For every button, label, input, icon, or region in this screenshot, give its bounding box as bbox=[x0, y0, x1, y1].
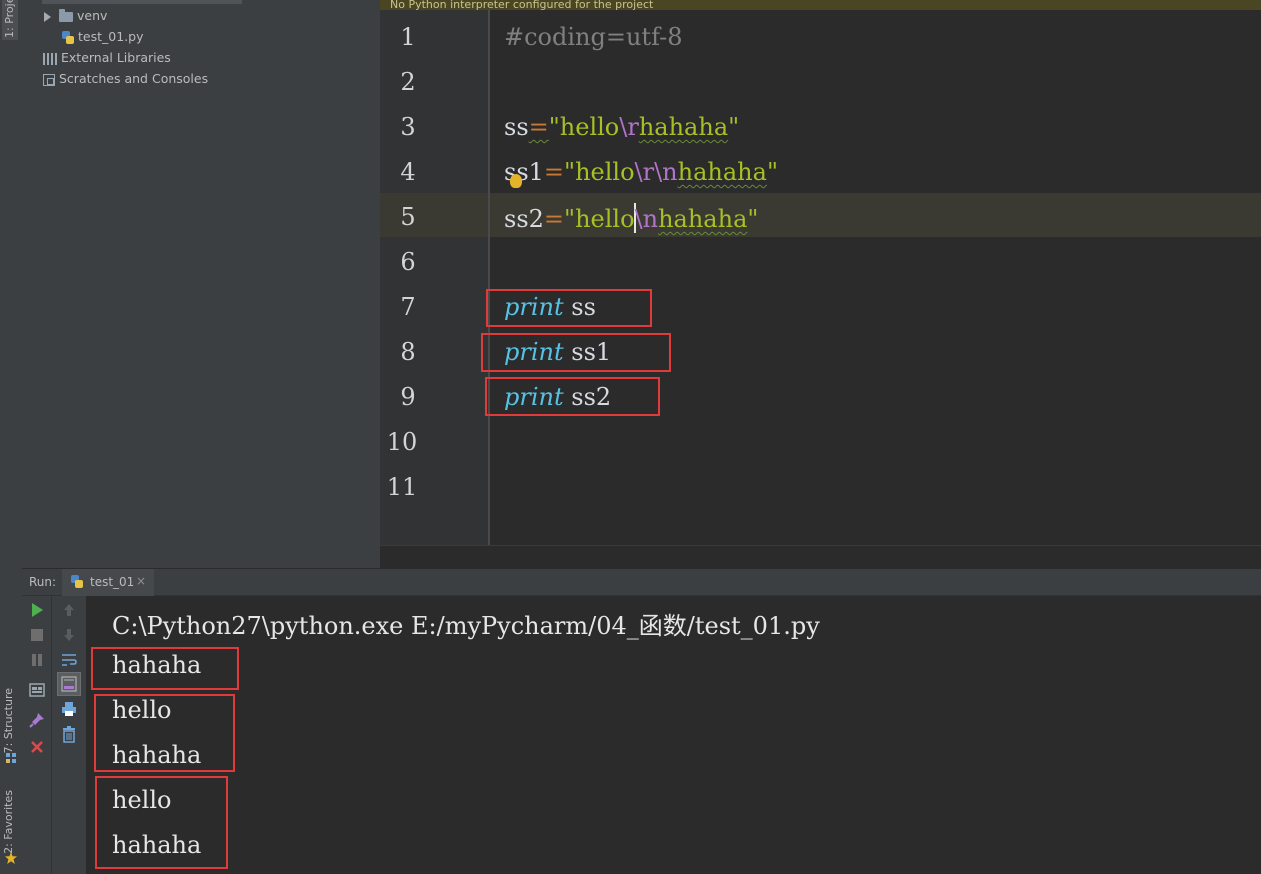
code-line-1: #coding=utf-8 bbox=[504, 23, 683, 51]
run-panel-header: Run: test_01 × bbox=[22, 568, 1261, 596]
print-icon[interactable] bbox=[60, 700, 78, 718]
token-var: ss bbox=[504, 113, 529, 141]
structure-tool-tab[interactable]: 7: Structure bbox=[2, 688, 15, 753]
close-run-icon[interactable] bbox=[28, 738, 46, 756]
tree-item-external-libraries[interactable]: External Libraries bbox=[43, 48, 171, 68]
soft-wrap-icon[interactable] bbox=[60, 651, 78, 669]
console-output-line: hahaha bbox=[112, 651, 202, 679]
token-op: = bbox=[543, 158, 565, 186]
token-str: hahaha bbox=[658, 205, 748, 233]
console-output-line: hahaha bbox=[112, 741, 202, 769]
run-console[interactable]: C:\Python27\python.exe E:/myPycharm/04_函… bbox=[87, 596, 1261, 874]
tree-item-label: Scratches and Consoles bbox=[59, 71, 209, 86]
structure-icon bbox=[6, 753, 16, 763]
editor-bottom-area bbox=[380, 545, 1261, 569]
code-line-7: print ss bbox=[504, 293, 596, 321]
token-escape: \r bbox=[619, 113, 639, 141]
token-quote: " bbox=[564, 158, 576, 186]
expand-arrow-icon[interactable] bbox=[44, 11, 51, 22]
left-tool-strip: 1: Project 7: Structure 2: Favorites bbox=[0, 0, 23, 874]
token-escape: \n bbox=[634, 205, 659, 233]
token-escape: \r\n bbox=[634, 158, 678, 186]
code-line-8: print ss1 bbox=[504, 338, 611, 366]
gutter-separator bbox=[488, 10, 490, 545]
tree-item-label: venv bbox=[77, 8, 108, 23]
console-output-line: hello bbox=[112, 786, 172, 814]
python-file-icon bbox=[71, 575, 83, 588]
token-quote: " bbox=[747, 205, 759, 233]
token-str: hello bbox=[575, 205, 635, 233]
token-arg: ss2 bbox=[563, 383, 612, 411]
line-number: 11 bbox=[386, 473, 418, 501]
console-output-line: hahaha bbox=[112, 831, 202, 859]
token-quote: " bbox=[548, 113, 560, 141]
scroll-to-end-toggle[interactable] bbox=[57, 672, 81, 696]
code-editor[interactable]: No Python interpreter configured for the… bbox=[380, 0, 1261, 569]
token-quote: " bbox=[564, 205, 576, 233]
restore-layout-icon[interactable] bbox=[28, 681, 46, 699]
token-op: = bbox=[528, 113, 549, 141]
toolbar-separator bbox=[51, 596, 52, 874]
arrow-up-icon[interactable] bbox=[60, 601, 78, 619]
code-line-9: print ss2 bbox=[504, 383, 611, 411]
tree-item-test-file[interactable]: test_01.py bbox=[62, 27, 143, 47]
project-panel: venv test_01.py External Libraries Scrat… bbox=[22, 0, 380, 568]
scroll-to-end-icon bbox=[61, 676, 77, 692]
tree-item-label: External Libraries bbox=[61, 50, 171, 65]
run-toolbar bbox=[22, 596, 86, 874]
code-line-5: ss2="hello\nhahaha" bbox=[504, 203, 758, 233]
tree-item-label: test_01.py bbox=[78, 29, 144, 44]
console-output-line: hello bbox=[112, 696, 172, 724]
trash-icon[interactable] bbox=[60, 725, 78, 743]
line-number: 1 bbox=[400, 23, 416, 51]
token-arg: ss1 bbox=[563, 338, 612, 366]
token-str: hahaha bbox=[638, 113, 729, 141]
libraries-icon bbox=[43, 52, 57, 65]
tree-item-venv[interactable]: venv bbox=[44, 6, 107, 26]
token-var: ss2 bbox=[504, 205, 544, 233]
project-root-row-clipped bbox=[42, 0, 242, 4]
token-op: = bbox=[543, 205, 565, 233]
token-keyword: print bbox=[504, 383, 564, 411]
token-str: hello bbox=[575, 158, 635, 186]
arrow-down-icon[interactable] bbox=[60, 626, 78, 644]
lightbulb-icon[interactable] bbox=[510, 174, 522, 188]
code-line-4: ss1="hello\r\nhahaha" bbox=[504, 158, 778, 186]
run-label: Run: bbox=[29, 575, 57, 589]
run-tab-label: test_01 bbox=[90, 575, 135, 589]
token-quote: " bbox=[766, 158, 778, 186]
rerun-icon[interactable] bbox=[28, 601, 46, 619]
line-number: 3 bbox=[400, 113, 416, 141]
line-number: 2 bbox=[400, 68, 416, 96]
favorites-tool-tab[interactable]: 2: Favorites bbox=[2, 790, 15, 854]
pin-icon[interactable] bbox=[28, 711, 46, 729]
run-tab-test-01[interactable]: test_01 × bbox=[62, 569, 154, 596]
token-arg: ss bbox=[563, 293, 596, 321]
scratches-icon bbox=[43, 73, 55, 86]
interpreter-warning-banner[interactable]: No Python interpreter configured for the… bbox=[380, 0, 1261, 10]
project-tool-tab[interactable]: 1: Project bbox=[2, 0, 18, 40]
code-line-3: ss="hello\rhahaha" bbox=[504, 113, 739, 141]
token-str: hello bbox=[559, 113, 620, 141]
line-number: 8 bbox=[400, 338, 416, 366]
token-keyword: print bbox=[504, 338, 564, 366]
python-file-icon bbox=[62, 31, 74, 44]
folder-icon bbox=[59, 8, 73, 22]
line-number: 6 bbox=[400, 248, 416, 276]
line-number: 10 bbox=[386, 428, 418, 456]
line-number: 7 bbox=[400, 293, 416, 321]
console-command-line: C:\Python27\python.exe E:/myPycharm/04_函… bbox=[112, 612, 820, 640]
token-keyword: print bbox=[504, 293, 564, 321]
pause-icon[interactable] bbox=[28, 651, 46, 669]
line-number: 9 bbox=[400, 383, 416, 411]
token-str: hahaha bbox=[677, 158, 767, 186]
token-quote: " bbox=[728, 113, 740, 141]
line-number: 5 bbox=[400, 203, 416, 231]
tree-item-scratches[interactable]: Scratches and Consoles bbox=[43, 69, 208, 89]
stop-icon[interactable] bbox=[28, 626, 46, 644]
line-number: 4 bbox=[400, 158, 416, 186]
close-icon[interactable]: × bbox=[136, 574, 146, 588]
star-icon bbox=[5, 852, 17, 864]
